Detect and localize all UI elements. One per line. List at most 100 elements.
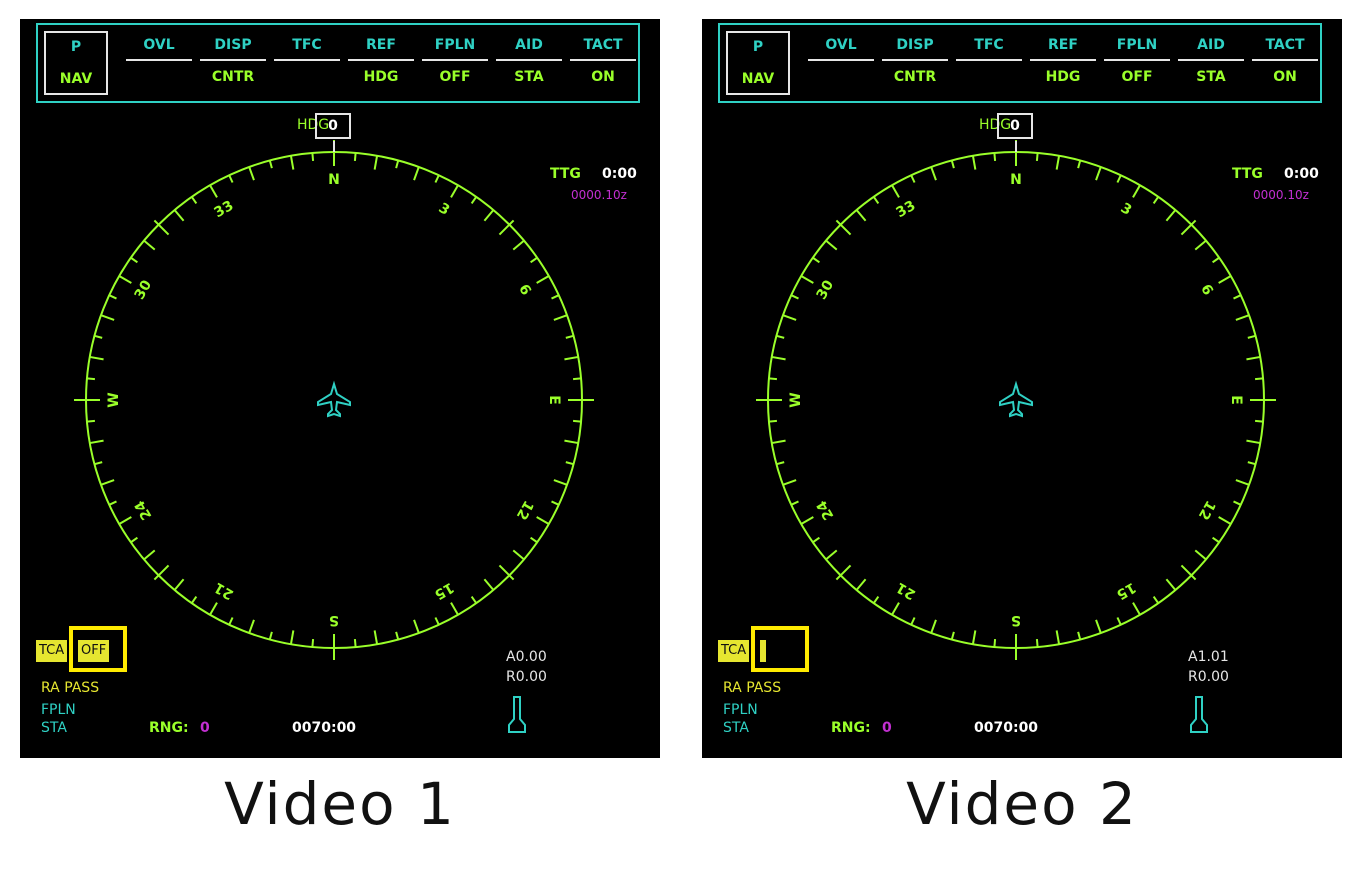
compass-tick — [94, 334, 103, 339]
compass-tick — [470, 596, 478, 604]
rng-label: RNG: — [831, 720, 871, 736]
compass-tick — [395, 631, 400, 640]
compass-tick — [553, 314, 568, 321]
compass-tick — [782, 314, 797, 321]
hdg-value[interactable]: 0 — [315, 113, 351, 139]
compass-tick — [450, 184, 459, 198]
compass-tick — [572, 377, 582, 381]
compass-tick — [1132, 602, 1141, 616]
compass-tick — [311, 152, 315, 162]
compass-tick — [930, 619, 937, 634]
compass-number-24: 24 — [814, 497, 838, 522]
compass-tick — [89, 439, 104, 445]
ttg-label: TTG — [550, 166, 581, 182]
ttg-label: TTG — [1232, 166, 1263, 182]
compass-tick — [1116, 174, 1122, 183]
compass-tick — [353, 638, 357, 648]
compass-tick — [94, 461, 103, 466]
caption-video-2: Video 2 — [906, 770, 1138, 838]
compass-tick — [553, 479, 568, 486]
compass-tick — [209, 184, 218, 198]
compass-tick — [373, 630, 379, 645]
compass-tick — [268, 631, 273, 640]
compass-tick — [1165, 578, 1177, 591]
tcas-highlight-box — [751, 626, 809, 672]
compass-tick — [1035, 152, 1039, 162]
compass-tick — [768, 377, 778, 381]
compass-tick — [512, 549, 525, 561]
compass-tick — [413, 166, 420, 181]
compass-tick — [190, 196, 198, 204]
compass-tick — [971, 155, 977, 170]
compass-tick — [1254, 377, 1264, 381]
compass-number-15: 15 — [1114, 579, 1139, 603]
r-readout: R0.00 — [1188, 669, 1229, 685]
ttg-value: 0:00 — [1284, 166, 1319, 182]
compass-tick — [143, 549, 156, 561]
display-video-1: P NAV OVL DISP CNTR TFC REF HDG FPLN OFF AI… — [20, 19, 660, 758]
compass-tick — [248, 619, 255, 634]
compass-tick — [771, 439, 786, 445]
ra-status: RA PASS — [723, 680, 782, 696]
compass-tick — [551, 294, 560, 300]
compass-tick — [800, 516, 814, 525]
clock-readout: 0070:00 — [974, 720, 1039, 736]
clock-readout: 0070:00 — [292, 720, 357, 736]
compass-ticks — [74, 140, 594, 660]
compass-tick — [825, 549, 838, 561]
aircraft-icon — [317, 380, 351, 418]
compass-tick — [1152, 596, 1160, 604]
compass-tick — [1212, 256, 1220, 264]
compass-number-21: 21 — [212, 579, 237, 603]
compass-tick — [572, 419, 582, 423]
compass-tick — [173, 209, 185, 222]
compass-tick — [209, 602, 218, 616]
compass-tick — [353, 152, 357, 162]
compass-tick — [812, 536, 820, 544]
tcas-highlight-box — [69, 626, 127, 672]
compass-tick — [434, 174, 440, 183]
sta-status: STA — [41, 720, 67, 736]
compass-tick — [100, 479, 115, 486]
caption-video-1: Video 1 — [224, 770, 456, 838]
zulu-time: 0000.10z — [1253, 188, 1309, 202]
hdg-value[interactable]: 0 — [997, 113, 1033, 139]
thermometer-icon — [1190, 696, 1208, 733]
ttg-value: 0:00 — [602, 166, 637, 182]
compass-tick — [190, 596, 198, 604]
compass-tick — [536, 275, 550, 284]
compass-tick — [812, 256, 820, 264]
compass-tick — [100, 314, 115, 321]
compass-tick — [1035, 638, 1039, 648]
compass-tick — [483, 578, 495, 591]
compass-tick — [891, 184, 900, 198]
compass-tick — [530, 536, 538, 544]
compass-tick — [1233, 500, 1242, 506]
compass-tick — [434, 617, 440, 626]
compass-number-24: 24 — [132, 497, 156, 522]
compass-number-12: 12 — [513, 498, 537, 523]
compass-cardinal-s: S — [329, 612, 339, 628]
compass-ticks — [756, 140, 1276, 660]
compass-cardinal-n: N — [1010, 172, 1022, 188]
compass-number-3: 3 — [436, 200, 452, 219]
compass-tick — [1246, 355, 1261, 361]
compass-tick — [565, 334, 574, 339]
compass-tick — [86, 377, 96, 381]
compass-tick — [551, 500, 560, 506]
compass-tick — [530, 256, 538, 264]
compass-tick — [1165, 209, 1177, 222]
rng-value: 0 — [882, 720, 892, 736]
compass-labels: N E S W 3 6 12 15 21 24 30 33 — [106, 172, 562, 628]
compass-tick — [248, 166, 255, 181]
compass-tick — [1194, 549, 1207, 561]
compass-tick — [1247, 334, 1256, 339]
ra-status: RA PASS — [41, 680, 100, 696]
compass-tick — [782, 479, 797, 486]
compass-tick — [373, 155, 379, 170]
compass-cardinal-e: E — [546, 395, 562, 405]
compass-cardinal-w: W — [788, 392, 804, 407]
compass-number-30: 30 — [814, 277, 838, 302]
compass-tick — [1055, 630, 1061, 645]
compass-cardinal-e: E — [1228, 395, 1244, 405]
